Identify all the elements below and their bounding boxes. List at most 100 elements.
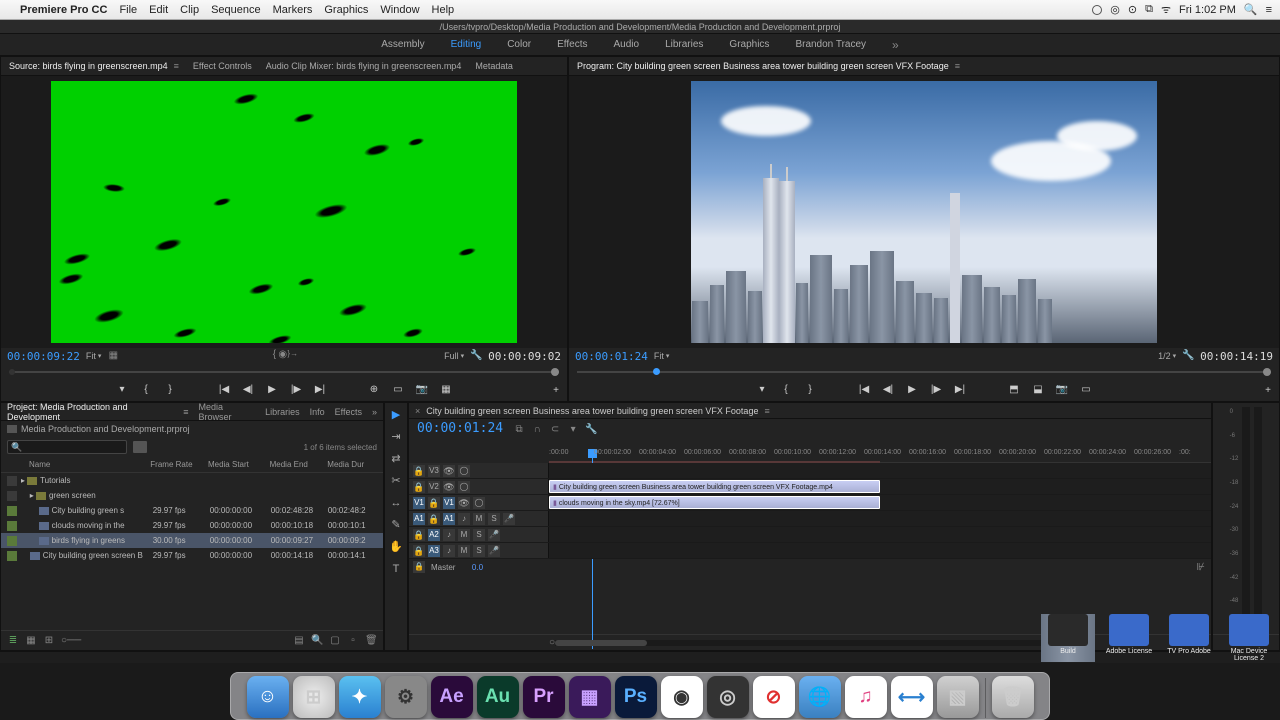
lock-icon[interactable]: 🔒 xyxy=(413,529,425,541)
track-content[interactable] xyxy=(549,527,1211,542)
snap-icon[interactable]: ⧉ xyxy=(513,424,525,436)
track-select-tool-icon[interactable]: ⇥ xyxy=(388,429,404,445)
selection-tool-icon[interactable]: ▶ xyxy=(388,407,404,423)
workspace-libraries[interactable]: Libraries xyxy=(665,39,703,50)
sync-lock-icon[interactable]: ◯ xyxy=(458,465,470,477)
dock-finder-icon[interactable]: ☺ xyxy=(247,676,289,718)
voice-over-icon[interactable]: 🎤 xyxy=(503,513,515,525)
voice-over-icon[interactable]: 🎤 xyxy=(488,545,500,557)
overwrite-icon[interactable]: ▭ xyxy=(391,383,405,397)
grid-icon[interactable]: ▦ xyxy=(107,350,119,362)
tab-effects[interactable]: Effects xyxy=(335,407,362,417)
project-row[interactable]: City building green s29.97 fps00:00:00:0… xyxy=(1,503,383,518)
export-frame-icon[interactable]: 📷 xyxy=(415,383,429,397)
tab-libraries[interactable]: Libraries xyxy=(265,407,300,417)
clock[interactable]: Fri 1:02 PM xyxy=(1179,4,1236,16)
tab-project[interactable]: Project: Media Production and Developmen… xyxy=(7,402,173,422)
program-zoom-select[interactable]: Fit xyxy=(654,351,670,361)
icon-view-icon[interactable]: ▦ xyxy=(25,635,37,647)
workspace-effects[interactable]: Effects xyxy=(557,39,587,50)
slip-tool-icon[interactable]: ↔ xyxy=(388,495,404,511)
track-target[interactable]: V3 xyxy=(428,465,440,477)
tab-media-browser[interactable]: Media Browser xyxy=(198,402,255,422)
desktop-item[interactable]: Adobe License xyxy=(1102,614,1156,662)
bracket-icon[interactable]: }→ xyxy=(287,349,299,361)
new-item-icon[interactable]: ▫ xyxy=(347,635,359,647)
col-name[interactable]: Name xyxy=(29,460,150,469)
marker-icon[interactable]: ▾ xyxy=(755,383,769,397)
timeline-zoom-bar[interactable] xyxy=(555,640,1065,646)
dock-chrome-icon[interactable]: ◉ xyxy=(661,676,703,718)
project-row[interactable]: ▸ green screen xyxy=(1,488,383,503)
source-patch[interactable]: V1 xyxy=(413,497,425,509)
spotlight-icon[interactable]: 🔍 xyxy=(1244,3,1258,16)
desktop-item[interactable]: Mac Device License 2 xyxy=(1222,614,1276,662)
button-editor-icon[interactable]: ▦ xyxy=(439,383,453,397)
dock-safari-icon[interactable]: ✦ xyxy=(339,676,381,718)
find-icon[interactable]: 🔍 xyxy=(311,635,323,647)
type-tool-icon[interactable]: T xyxy=(388,561,404,577)
menu-sequence[interactable]: Sequence xyxy=(205,4,267,16)
end-icon[interactable]: ⊮ xyxy=(1196,562,1205,573)
tab-metadata[interactable]: Metadata xyxy=(475,61,513,71)
program-in-timecode[interactable]: 00:00:01:24 xyxy=(575,350,648,363)
workspace-custom[interactable]: Brandon Tracey xyxy=(795,39,866,50)
mute-button[interactable]: M xyxy=(458,545,470,557)
program-scrubber[interactable] xyxy=(569,364,1279,380)
workspace-editing[interactable]: Editing xyxy=(451,39,482,50)
solo-button[interactable]: S xyxy=(488,513,500,525)
project-search-input[interactable]: 🔍 xyxy=(7,440,127,454)
col-framerate[interactable]: Frame Rate xyxy=(150,460,208,469)
toggle-output-icon[interactable]: 👁 xyxy=(443,481,455,493)
solo-button[interactable]: S xyxy=(473,529,485,541)
linked-selection-icon[interactable]: ⊂ xyxy=(549,424,561,436)
track-target[interactable]: A2 xyxy=(428,529,440,541)
timeline-ruler[interactable]: :00:0000:00:02:0000:00:04:0000:00:06:000… xyxy=(549,449,1211,463)
sync-lock-icon[interactable]: ◯ xyxy=(458,481,470,493)
settings-icon[interactable]: 🔧 xyxy=(585,424,597,436)
lock-icon[interactable]: 🔒 xyxy=(428,497,440,509)
lock-icon[interactable]: 🔒 xyxy=(413,561,425,573)
col-media-start[interactable]: Media Start xyxy=(208,460,270,469)
bin-icon[interactable] xyxy=(133,441,147,453)
goto-in-icon[interactable]: |◀ xyxy=(217,383,231,397)
voice-over-icon[interactable]: 🎤 xyxy=(488,529,500,541)
tab-audio-clip-mixer[interactable]: Audio Clip Mixer: birds flying in greens… xyxy=(266,61,462,71)
clip-v1[interactable]: ▮ clouds moving in the sky.mp4 [72.67%] xyxy=(549,496,880,509)
marker-icon[interactable]: ▾ xyxy=(115,383,129,397)
master-value[interactable]: 0.0 xyxy=(472,563,483,572)
hand-tool-icon[interactable]: ✋ xyxy=(388,539,404,555)
menu-edit[interactable]: Edit xyxy=(143,4,174,16)
track-target[interactable]: V1 xyxy=(443,497,455,509)
menu-file[interactable]: File xyxy=(113,4,143,16)
source-viewer[interactable] xyxy=(1,76,567,348)
close-seq-icon[interactable]: × xyxy=(415,406,420,416)
project-row[interactable]: birds flying in greens30.00 fps00:00:00:… xyxy=(1,533,383,548)
menu-markers[interactable]: Markers xyxy=(267,4,319,16)
col-media-dur[interactable]: Media Dur xyxy=(327,460,377,469)
project-row[interactable]: City building green screen B29.97 fps00:… xyxy=(1,548,383,563)
step-forward-icon[interactable]: |▶ xyxy=(929,383,943,397)
source-patch[interactable]: A1 xyxy=(413,513,425,525)
step-forward-icon[interactable]: |▶ xyxy=(289,383,303,397)
source-scrubber[interactable] xyxy=(1,364,567,380)
out-point-icon[interactable]: } xyxy=(803,383,817,397)
lock-icon[interactable]: 🔒 xyxy=(428,513,440,525)
tab-menu-icon[interactable]: ≡ xyxy=(955,61,960,71)
screencast-icon[interactable] xyxy=(1092,5,1102,15)
source-zoom-select[interactable]: Fit xyxy=(86,351,102,361)
play-icon[interactable]: ▶ xyxy=(905,383,919,397)
pen-tool-icon[interactable]: ✎ xyxy=(388,517,404,533)
add-button-icon[interactable]: + xyxy=(1265,385,1271,396)
close-icon[interactable]: ≡ xyxy=(174,61,179,71)
dock-teamviewer-icon[interactable]: ⟷ xyxy=(891,676,933,718)
marker-icon[interactable]: ▾ xyxy=(567,424,579,436)
menu-help[interactable]: Help xyxy=(426,4,461,16)
bracket-icon[interactable]: { xyxy=(273,349,276,360)
workspace-assembly[interactable]: Assembly xyxy=(381,39,424,50)
dock-app-icon[interactable]: ◎ xyxy=(707,676,749,718)
program-out-timecode[interactable]: 00:00:14:19 xyxy=(1200,350,1273,363)
track-content[interactable] xyxy=(549,543,1211,558)
wrench-icon[interactable]: 🔧 xyxy=(470,350,482,362)
extract-icon[interactable]: ⬓ xyxy=(1031,383,1045,397)
